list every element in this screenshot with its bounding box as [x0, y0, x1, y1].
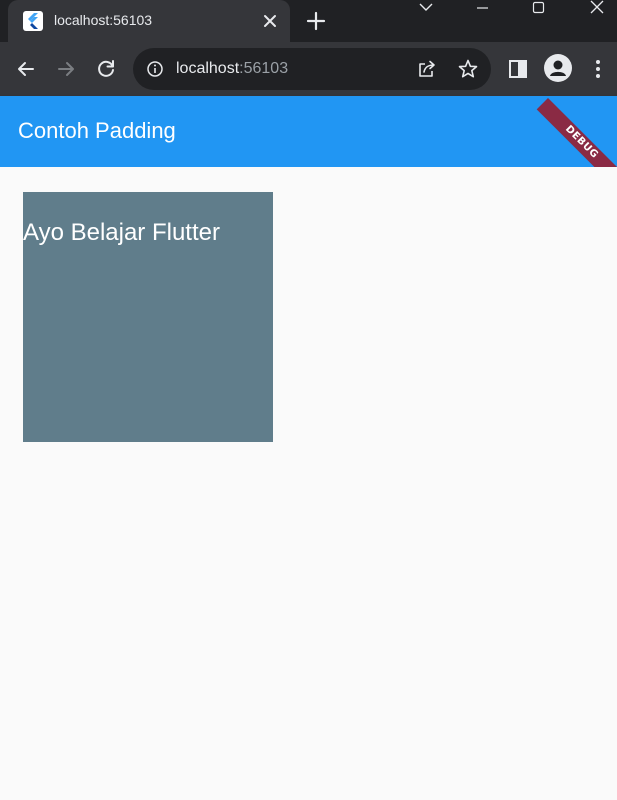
tab-search-icon[interactable]	[406, 0, 446, 18]
profile-icon[interactable]	[544, 54, 572, 82]
maximize-icon[interactable]	[518, 0, 558, 18]
back-arrow-icon[interactable]	[14, 57, 38, 81]
browser-tabstrip: localhost:56103	[0, 0, 617, 42]
tab-title: localhost:56103	[54, 12, 153, 28]
star-icon[interactable]	[457, 58, 479, 80]
minimize-icon[interactable]	[462, 0, 502, 18]
padded-container: Ayo Belajar Flutter	[23, 192, 273, 442]
address-bar[interactable]: localhost:56103	[133, 48, 491, 90]
close-tab-icon[interactable]	[260, 11, 280, 31]
url-text: localhost:56103	[176, 60, 288, 78]
url-host: localhost	[176, 60, 240, 77]
browser-toolbar: localhost:56103	[0, 42, 617, 96]
menu-dots-icon[interactable]	[586, 57, 610, 81]
close-window-icon[interactable]	[576, 0, 616, 18]
site-info-icon[interactable]	[146, 60, 164, 78]
new-tab-icon[interactable]	[305, 10, 327, 32]
app-body: Ayo Belajar Flutter	[0, 167, 617, 800]
flutter-icon	[23, 11, 43, 31]
container-text: Ayo Belajar Flutter	[23, 219, 220, 246]
forward-arrow-icon[interactable]	[54, 57, 78, 81]
app-bar-title: Contoh Padding	[18, 118, 176, 143]
url-port: :56103	[239, 60, 289, 77]
app-bar: Contoh Padding DEBUG	[0, 96, 617, 167]
browser-tab[interactable]: localhost:56103	[8, 0, 290, 42]
share-icon[interactable]	[417, 59, 437, 79]
side-panel-icon[interactable]	[506, 57, 530, 81]
debug-banner: DEBUG	[536, 98, 617, 167]
reload-icon[interactable]	[94, 57, 118, 81]
